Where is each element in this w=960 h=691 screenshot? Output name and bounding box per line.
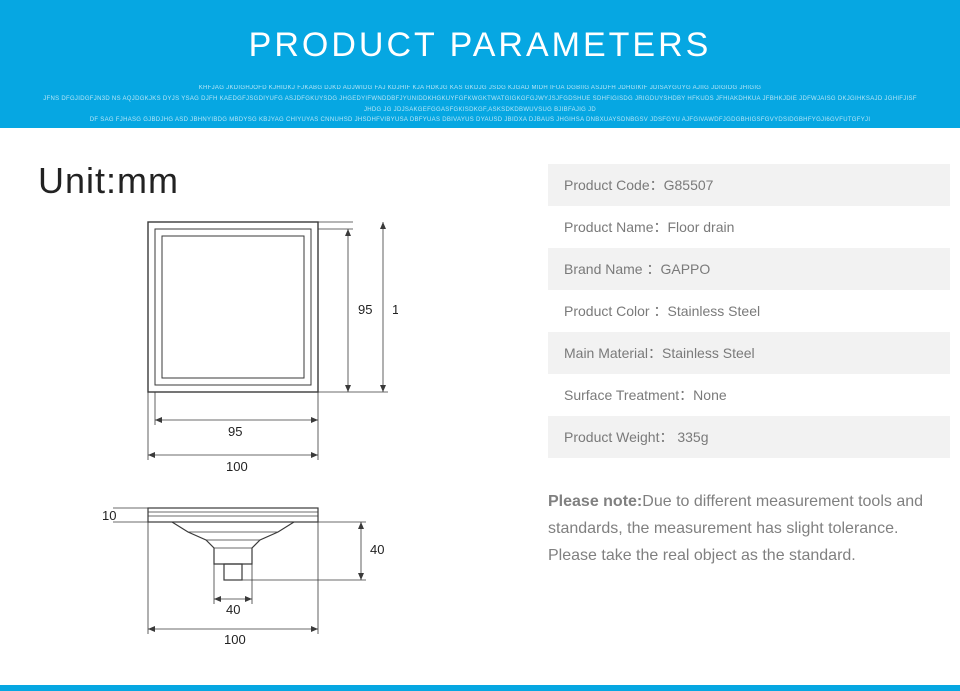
spec-row: Product Color ：Stainless Steel [548,290,950,332]
spec-row: Product Code：G85507 [548,164,950,206]
unit-label: Unit:mm [38,160,478,202]
spec-label: Surface Treatment： [564,387,693,403]
spec-label: Main Material： [564,345,662,361]
spec-row: Surface Treatment：None [548,374,950,416]
spec-value: 335g [673,429,708,445]
dim-inner-w: 95 [228,424,242,439]
dim-inner-h: 95 [358,302,372,317]
note-bold: Please note: [548,493,642,510]
dim-side-top: 10 [102,508,116,523]
banner-subtitle: KHFJAG JKDIGHJOFD KJHIDKJ FJKABG DJKD AD… [0,83,960,126]
spec-label: Product Weight： [564,429,673,445]
spec-list: Product Code：G85507Product Name：Floor dr… [548,164,950,458]
technical-drawing: 95 100 95 100 [38,216,478,646]
spec-label: Product Code： [564,177,664,193]
banner: PRODUCT PARAMETERS KHFJAG JKDIGHJOFD KJH… [0,0,960,128]
note: Please note:Due to different measurement… [548,488,950,570]
spec-row: Main Material：Stainless Steel [548,332,950,374]
spec-row: Product Name：Floor drain [548,206,950,248]
banner-sub-line: JFNS DFGJIDGFJN3D NS AQJDGKJKS DYJS YSAG… [40,94,920,116]
spec-value: Stainless Steel [667,303,760,319]
spec-label: Product Color ： [564,303,667,319]
drawing-svg: 95 100 95 100 [38,216,398,646]
spec-value: Stainless Steel [662,345,755,361]
dim-side-bw: 40 [226,602,240,617]
banner-title: PRODUCT PARAMETERS [0,26,960,65]
left-column: Unit:mm 95 [38,160,478,646]
spec-label: Product Name： [564,219,667,235]
dim-side-h: 40 [370,542,384,557]
banner-sub-line: KHFJAG JKDIGHJOFD KJHIDKJ FJKABG DJKD AD… [40,83,920,94]
spec-row: Brand Name ：GAPPO [548,248,950,290]
spec-value: None [693,387,726,403]
spec-value: G85507 [664,177,714,193]
bottom-accent [0,685,960,691]
spec-value: GAPPO [660,261,710,277]
spec-label: Brand Name ： [564,261,660,277]
spec-row: Product Weight： 335g [548,416,950,458]
content: Unit:mm 95 [0,128,960,646]
dim-side-total: 100 [224,632,246,646]
banner-sub-line: DF SAG FJHASG GJBDJHG ASD JBHNYIBDG MBDY… [40,115,920,126]
dim-outer-h: 100 [392,302,398,317]
dim-outer-w: 100 [226,459,248,474]
spec-value: Floor drain [667,219,734,235]
right-column: Product Code：G85507Product Name：Floor dr… [478,160,950,646]
